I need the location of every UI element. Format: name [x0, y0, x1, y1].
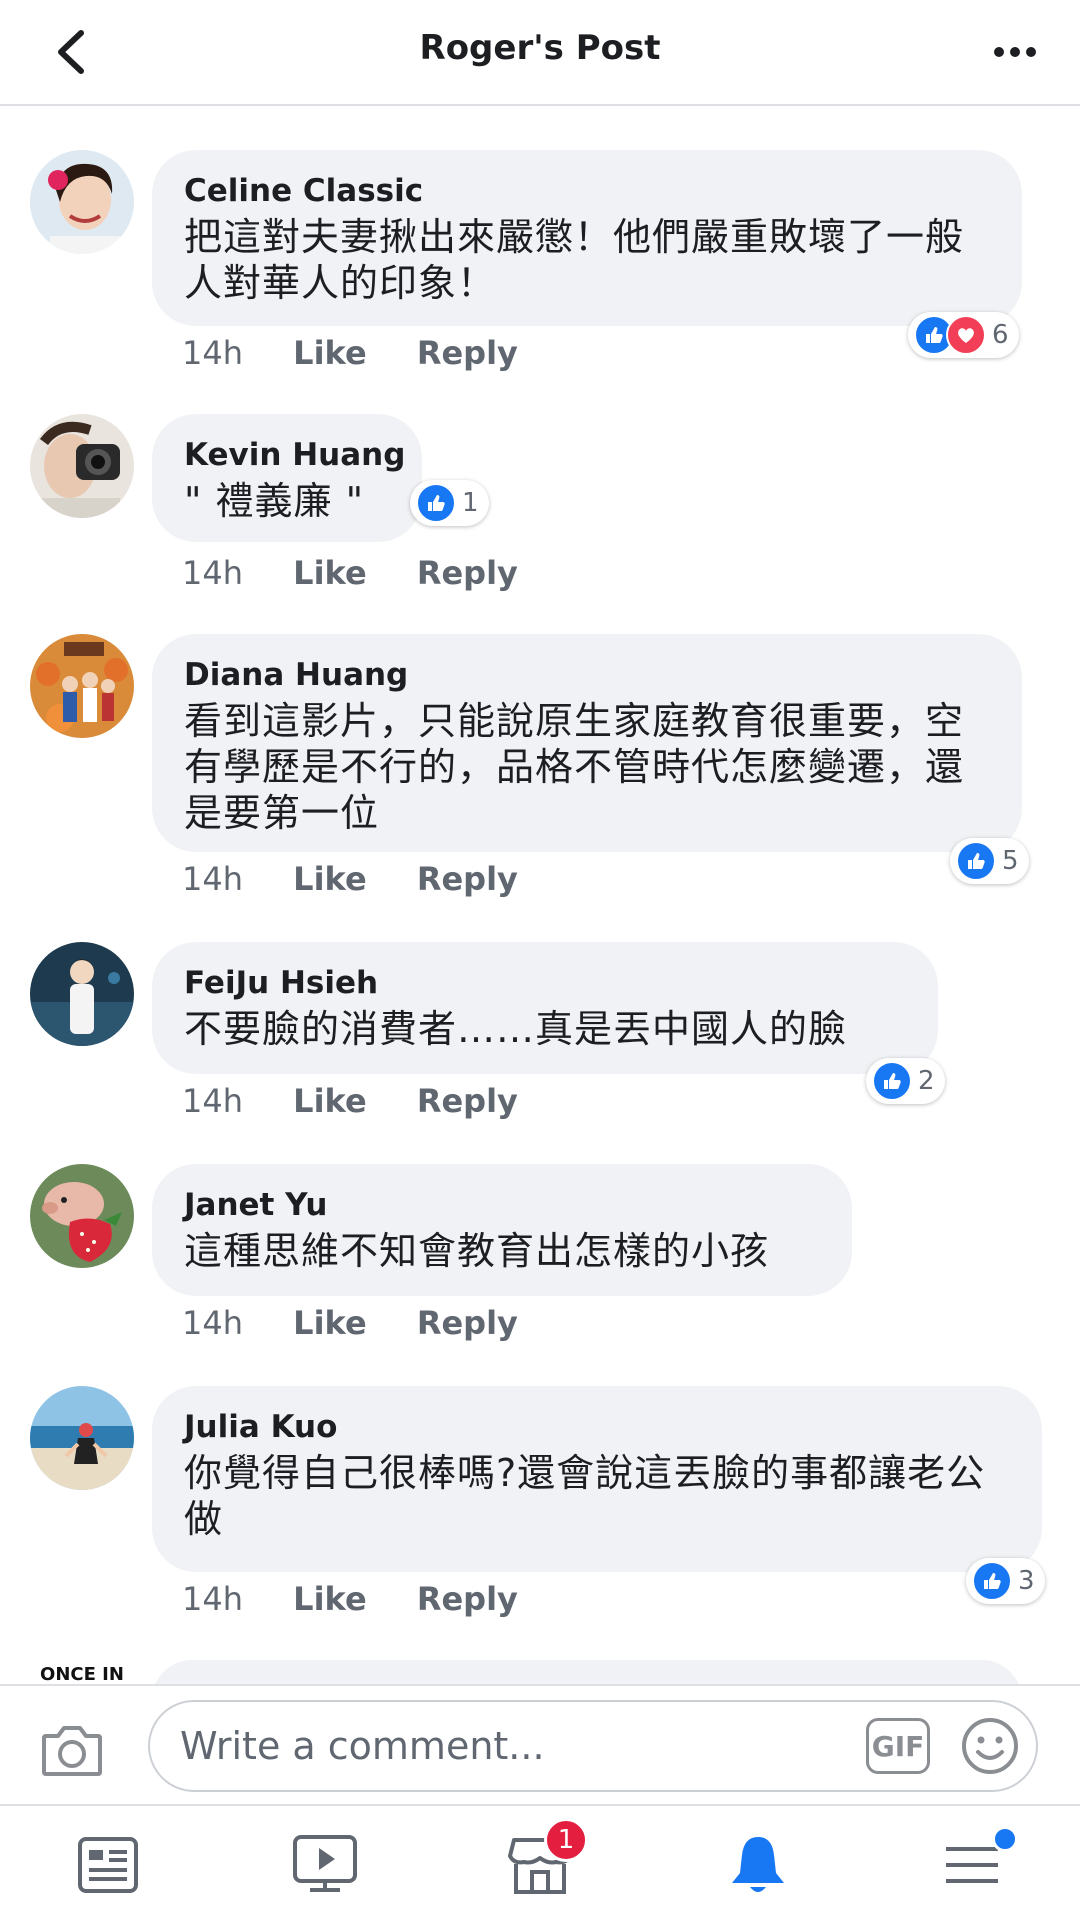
like-button[interactable]: Like — [293, 860, 366, 898]
gif-button[interactable]: GIF — [866, 1718, 930, 1774]
comment-text: 不要臉的消費者……真是丟中國人的臉 — [184, 1007, 848, 1051]
comment-actions: 14h Like Reply — [182, 1082, 558, 1120]
smiley-icon — [962, 1718, 1018, 1774]
like-button[interactable]: Like — [293, 554, 366, 592]
comment-timestamp: 14h — [182, 1082, 243, 1120]
like-button[interactable]: Like — [293, 1082, 366, 1120]
reply-button[interactable]: Reply — [417, 1304, 518, 1342]
comment-text: 把這對夫妻揪出來嚴懲！他們嚴重敗壞了一般人對華人的印象！ — [184, 215, 965, 305]
avatar[interactable]: ONCE IN — [30, 1660, 134, 1684]
comment-timestamp: 14h — [182, 1580, 243, 1618]
comment-timestamp: 14h — [182, 334, 243, 372]
nav-notifications[interactable] — [718, 1830, 798, 1900]
commenter-name[interactable]: Diana Huang — [184, 656, 990, 694]
like-icon — [872, 1061, 912, 1101]
camera-icon — [42, 1726, 102, 1776]
reaction-summary[interactable]: 6 — [908, 312, 1019, 358]
reply-button[interactable]: Reply — [417, 1082, 518, 1120]
comment-text: 你覺得自己很棒嗎?還會說這丟臉的事都讓老公做 — [184, 1451, 986, 1541]
menu-icon — [946, 1847, 998, 1883]
avatar-text: ONCE IN — [40, 1664, 124, 1684]
love-icon — [946, 315, 986, 355]
comment-bubble: Kevin Huang " 禮義廉 " — [152, 414, 422, 542]
nav-menu[interactable] — [932, 1826, 1018, 1900]
commenter-name[interactable]: Celine Classic — [184, 172, 990, 210]
top-bar: Roger's Post — [0, 0, 1080, 106]
like-icon — [972, 1561, 1012, 1601]
camera-button[interactable] — [40, 1722, 104, 1778]
comment-text: 這種思維不知會教育出怎樣的小孩 — [184, 1229, 770, 1273]
avatar[interactable] — [30, 634, 134, 738]
reaction-summary[interactable]: 1 — [410, 480, 489, 526]
reaction-summary[interactable]: 3 — [966, 1558, 1045, 1604]
comment-bubble: FeiJu Hsieh 不要臉的消費者……真是丟中國人的臉 — [152, 942, 938, 1074]
avatar[interactable] — [30, 150, 134, 254]
comment-bubble: Julia Kuo 你覺得自己很棒嗎?還會說這丟臉的事都讓老公做 — [152, 1386, 1042, 1572]
comment-actions: 14h Like Reply — [182, 554, 558, 592]
reply-button[interactable]: Reply — [417, 860, 518, 898]
reply-button[interactable]: Reply — [417, 1580, 518, 1618]
comment-timestamp: 14h — [182, 1304, 243, 1342]
reply-button[interactable]: Reply — [417, 334, 518, 372]
reaction-count: 2 — [918, 1066, 935, 1096]
reply-button[interactable]: Reply — [417, 554, 518, 592]
like-button[interactable]: Like — [293, 1580, 366, 1618]
unread-dot — [992, 1826, 1018, 1852]
nav-marketplace[interactable]: 1 — [500, 1818, 588, 1900]
bottom-nav: 1 — [0, 1804, 1080, 1922]
comment-input[interactable]: Write a comment... GIF — [148, 1700, 1038, 1792]
bell-icon — [732, 1837, 784, 1892]
reaction-count: 5 — [1002, 846, 1019, 876]
commenter-name[interactable]: FeiJu Hsieh — [184, 964, 906, 1002]
comment-timestamp: 14h — [182, 554, 243, 592]
avatar[interactable] — [30, 414, 134, 518]
commenter-name[interactable]: Janet Yu — [184, 1186, 820, 1224]
commenter-name[interactable]: Julia Kuo — [184, 1408, 1010, 1446]
avatar[interactable] — [30, 942, 134, 1046]
comment-actions: 14h Like Reply — [182, 334, 558, 372]
reaction-count: 3 — [1018, 1566, 1035, 1596]
comment-input-placeholder: Write a comment... — [180, 1724, 545, 1768]
comment-timestamp: 14h — [182, 860, 243, 898]
comment-text: 看到這影片，只能說原生家庭教育很重要，空有學歷是不行的，品格不管時代怎麼變遷，還… — [184, 699, 965, 835]
reaction-summary[interactable]: 2 — [866, 1058, 945, 1104]
comment-composer: Write a comment... GIF — [0, 1684, 1080, 1806]
comment-bubble: Janet Yu 這種思維不知會教育出怎樣的小孩 — [152, 1164, 852, 1296]
news-feed-icon — [78, 1837, 138, 1893]
more-options-button[interactable] — [980, 22, 1050, 82]
comment-actions: 14h Like Reply — [182, 860, 558, 898]
video-icon — [293, 1835, 357, 1892]
avatar[interactable] — [30, 1386, 134, 1490]
like-icon — [416, 483, 456, 523]
comment-actions: 14h Like Reply — [182, 1580, 558, 1618]
more-icon — [994, 47, 1004, 57]
notification-badge: 1 — [544, 1818, 588, 1862]
page-title: Roger's Post — [419, 28, 661, 68]
commenter-name[interactable]: Kevin Huang — [184, 436, 405, 474]
like-icon — [956, 841, 996, 881]
nav-watch[interactable] — [285, 1830, 365, 1900]
avatar[interactable] — [30, 1164, 134, 1268]
reaction-count: 6 — [992, 320, 1009, 350]
reaction-count: 1 — [462, 488, 479, 518]
nav-news-feed[interactable] — [68, 1830, 148, 1900]
like-button[interactable]: Like — [293, 1304, 366, 1342]
comment-actions: 14h Like Reply — [182, 1304, 558, 1342]
comment-bubble: Diana Huang 看到這影片，只能說原生家庭教育很重要，空有學歷是不行的，… — [152, 634, 1022, 852]
comment-bubble: Celine Classic 把這對夫妻揪出來嚴懲！他們嚴重敗壞了一般人對華人的… — [152, 150, 1022, 326]
reaction-summary[interactable]: 5 — [950, 838, 1029, 884]
comment-list[interactable]: Celine Classic 把這對夫妻揪出來嚴懲！他們嚴重敗壞了一般人對華人的… — [0, 104, 1080, 1684]
like-button[interactable]: Like — [293, 334, 366, 372]
comment-bubble — [152, 1660, 1022, 1684]
emoji-button[interactable] — [960, 1716, 1020, 1776]
comment-text: " 禮義廉 " — [184, 479, 365, 523]
